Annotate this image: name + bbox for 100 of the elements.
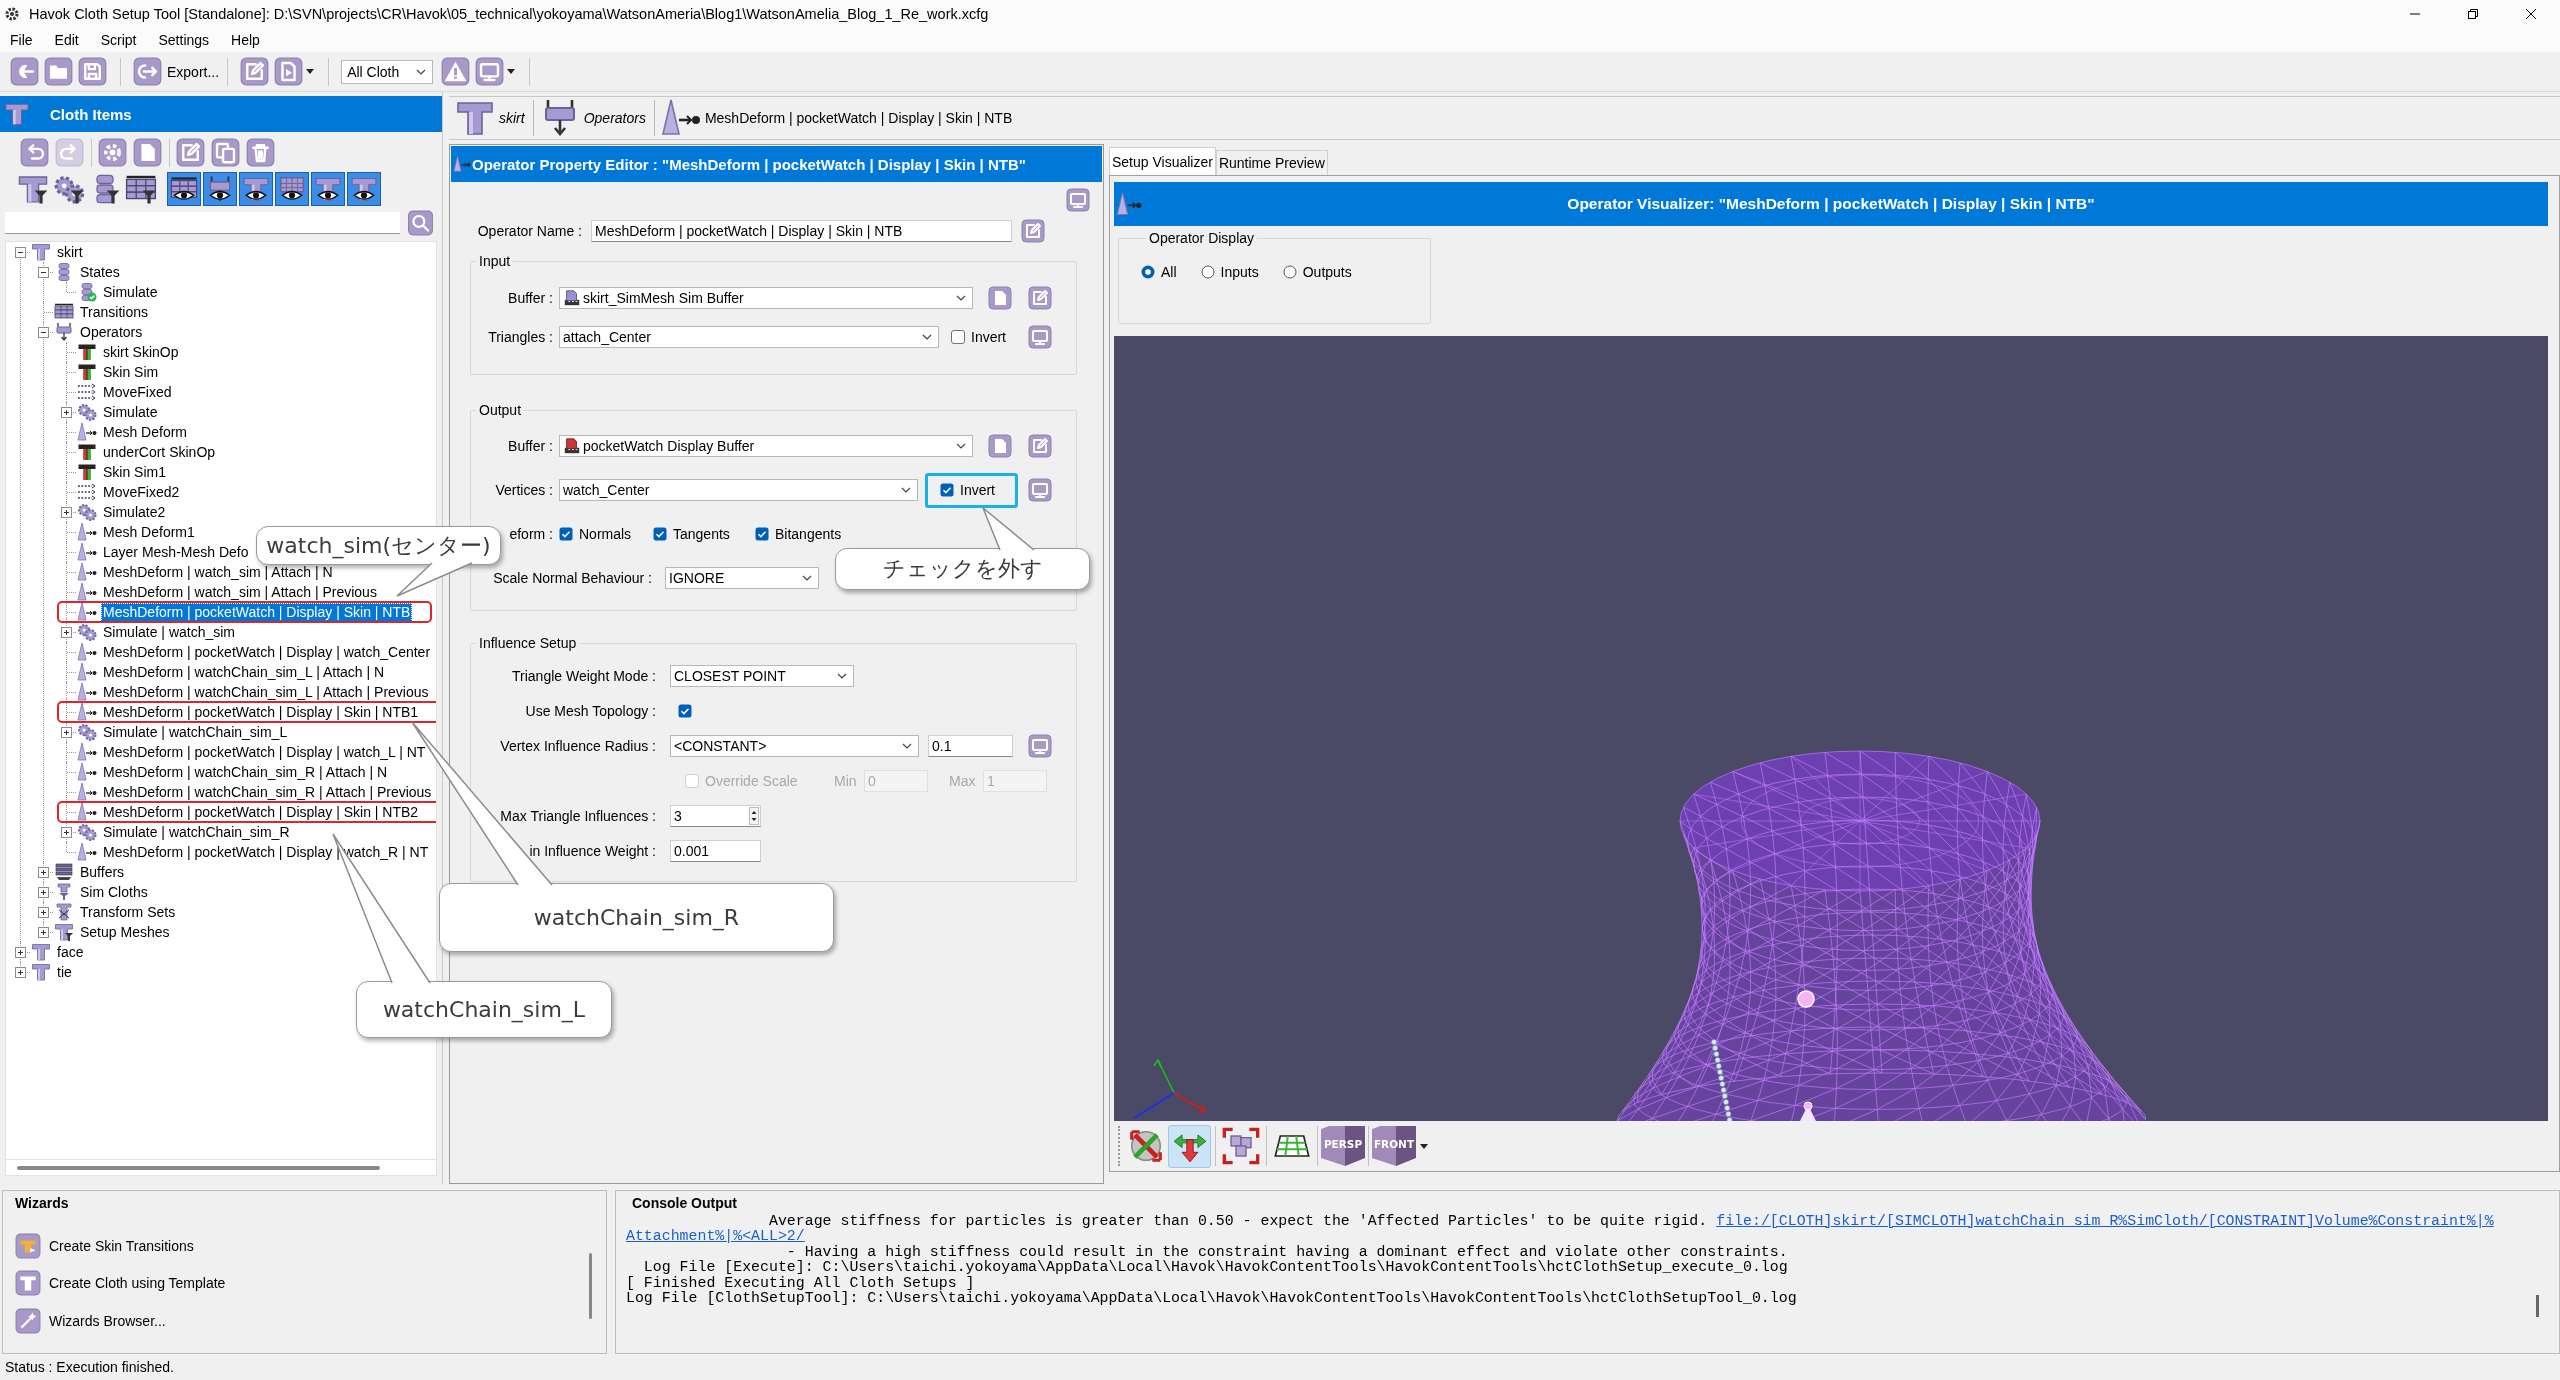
checkbox[interactable] — [653, 527, 667, 541]
tree-item[interactable]: Transform Sets — [78, 902, 178, 922]
expand-icon[interactable] — [15, 946, 26, 958]
collapse-icon[interactable] — [38, 266, 49, 278]
tree-item[interactable]: Simulate — [101, 402, 160, 422]
text-field[interactable]: MeshDeform | pocketWatch | Display | Skin | NTB — [591, 220, 1012, 242]
tree-item[interactable]: Mesh Deform1 — [101, 522, 197, 542]
scrollbar-thumb[interactable] — [589, 1253, 592, 1319]
tree-item[interactable]: Operators — [78, 322, 145, 342]
expand-icon[interactable] — [61, 406, 72, 418]
monitor-icon[interactable] — [1026, 734, 1054, 758]
cubes-frame-icon[interactable] — [1221, 1126, 1261, 1166]
monitor-icon[interactable] — [1064, 188, 1092, 212]
tree-item[interactable]: Simulate2 — [101, 502, 168, 522]
collapse-icon[interactable] — [15, 246, 26, 258]
shirt-funnel-icon[interactable] — [17, 173, 49, 205]
visibility-toggle[interactable] — [311, 172, 345, 206]
tree-item[interactable]: MoveFixed2 — [101, 482, 182, 502]
breadcrumb-item[interactable]: Operators — [539, 98, 646, 138]
tree-item[interactable]: skirt SkinOp — [101, 342, 181, 362]
expand-icon[interactable] — [38, 906, 49, 918]
visibility-toggle[interactable] — [275, 172, 309, 206]
tree-item[interactable]: underCort SkinOp — [101, 442, 218, 462]
file-link[interactable]: Attachment%|%<ALL>2/ — [626, 1228, 805, 1245]
search-field[interactable] — [5, 212, 400, 234]
tree-item[interactable]: Simulate | watch_sim — [101, 622, 237, 642]
dropdown[interactable]: attach_Center — [559, 326, 939, 348]
tree-item[interactable]: MeshDeform | watchChain_sim_L | Attach | Previous — [101, 682, 431, 702]
tree-item[interactable]: tie — [55, 962, 74, 982]
expand-icon[interactable] — [15, 966, 26, 978]
tree-item[interactable]: Sim Cloths — [78, 882, 150, 902]
tab[interactable]: Setup Visualizer — [1109, 147, 1216, 175]
tree-item[interactable]: MeshDeform | watchChain_sim_R | Attach | N — [101, 762, 389, 782]
gears-funnel-icon[interactable] — [53, 173, 85, 205]
wizard-item[interactable]: Create Cloth using Template — [3, 1264, 589, 1302]
tree-item[interactable]: skirt — [55, 242, 85, 262]
expand-icon[interactable] — [38, 926, 49, 938]
save-icon[interactable] — [78, 57, 107, 86]
edit-icon[interactable] — [240, 57, 270, 86]
monitor-icon[interactable] — [1026, 325, 1054, 349]
menu-item[interactable]: Help — [231, 32, 260, 48]
export-button[interactable]: Export... — [133, 57, 220, 86]
tree-item[interactable]: MeshDeform | watch_sim | Attach | Previous — [101, 582, 379, 602]
tree-item[interactable]: Simulate | watchChain_sim_L — [101, 722, 290, 742]
tree-item[interactable]: Buffers — [78, 862, 127, 882]
tree-item[interactable]: MeshDeform | pocketWatch | Display | Skin | NTB2 — [101, 802, 421, 822]
expand-icon[interactable] — [61, 626, 72, 638]
caret-icon[interactable] — [1420, 1143, 1428, 1149]
dropdown[interactable]: All Cloth — [341, 59, 434, 84]
tree-item[interactable]: Setup Meshes — [78, 922, 172, 942]
checkbox[interactable] — [951, 330, 965, 344]
visibility-toggle[interactable] — [203, 172, 237, 206]
dropdown[interactable]: watch_Center — [559, 479, 918, 501]
monitor-icon[interactable] — [1026, 478, 1054, 502]
warning-icon[interactable] — [441, 57, 471, 86]
file-link[interactable]: file:/[CLOTH]skirt/[SIMCLOTH]watchChain_sim_R%SimCloth/[CONSTRAINT]Volume%Constraint%|% — [1716, 1213, 2494, 1229]
menu-item[interactable]: Settings — [158, 32, 210, 48]
text-field[interactable]: 0.001 — [670, 840, 761, 862]
edit-icon[interactable] — [1026, 434, 1054, 458]
search-icon[interactable] — [405, 210, 436, 236]
checkbox[interactable] — [559, 527, 573, 541]
tree-item[interactable]: MeshDeform | watchChain_sim_L | Attach | N — [101, 662, 387, 682]
visibility-toggle[interactable] — [347, 172, 381, 206]
dropdown[interactable]: IGNORE — [665, 567, 819, 589]
menu-item[interactable]: Edit — [54, 32, 79, 48]
folder-icon[interactable] — [44, 57, 73, 86]
undo-icon[interactable] — [20, 138, 49, 167]
tree-item[interactable]: Skin Sim1 — [101, 462, 169, 482]
expand-icon[interactable] — [61, 726, 72, 738]
expand-icon[interactable] — [38, 866, 49, 878]
tree-item[interactable]: Simulate — [101, 282, 160, 302]
tab[interactable]: Runtime Preview — [1215, 150, 1328, 175]
scrollbar-thumb[interactable] — [17, 1165, 380, 1170]
expand-icon[interactable] — [38, 886, 49, 898]
visibility-toggle[interactable] — [239, 172, 273, 206]
tree-item[interactable]: MeshDeform | pocketWatch | Display | watch_L | NT — [101, 742, 428, 762]
menu-item[interactable]: File — [10, 32, 33, 48]
radio-button[interactable] — [1141, 265, 1155, 279]
tree-item[interactable]: Simulate | watchChain_sim_R — [101, 822, 292, 842]
caret-icon[interactable] — [306, 69, 315, 74]
tree-item[interactable]: MeshDeform | pocketWatch | Display | Skin | NTB1 — [101, 702, 421, 722]
collapse-icon[interactable] — [38, 326, 49, 338]
tree-item[interactable]: MeshDeform | watchChain_sim_R | Attach | Previous — [101, 782, 434, 802]
menu-item[interactable]: Script — [100, 32, 137, 48]
trash-icon[interactable] — [246, 138, 275, 167]
expand-icon[interactable] — [61, 826, 72, 838]
expand-icon[interactable] — [61, 506, 72, 518]
checkbox[interactable] — [940, 483, 954, 497]
visibility-toggle[interactable] — [167, 172, 201, 206]
dropdown[interactable]: CLOSEST POINT — [670, 665, 854, 687]
tool-button[interactable] — [1168, 1124, 1211, 1168]
dropdown[interactable]: <CONSTANT> — [670, 735, 919, 757]
dropdown[interactable]: pocketWatch Display Buffer — [559, 435, 973, 457]
tree-item[interactable]: Skin Sim — [101, 362, 161, 382]
wizard-item[interactable]: Create Skin Transitions — [3, 1227, 589, 1265]
copy-icon[interactable] — [211, 138, 240, 167]
radio-button[interactable] — [1282, 265, 1297, 279]
checkbox[interactable] — [678, 704, 692, 718]
tree-item[interactable]: MeshDeform | pocketWatch | Display | watch_Center — [101, 642, 433, 662]
spin-field[interactable]: 3 — [670, 805, 761, 827]
